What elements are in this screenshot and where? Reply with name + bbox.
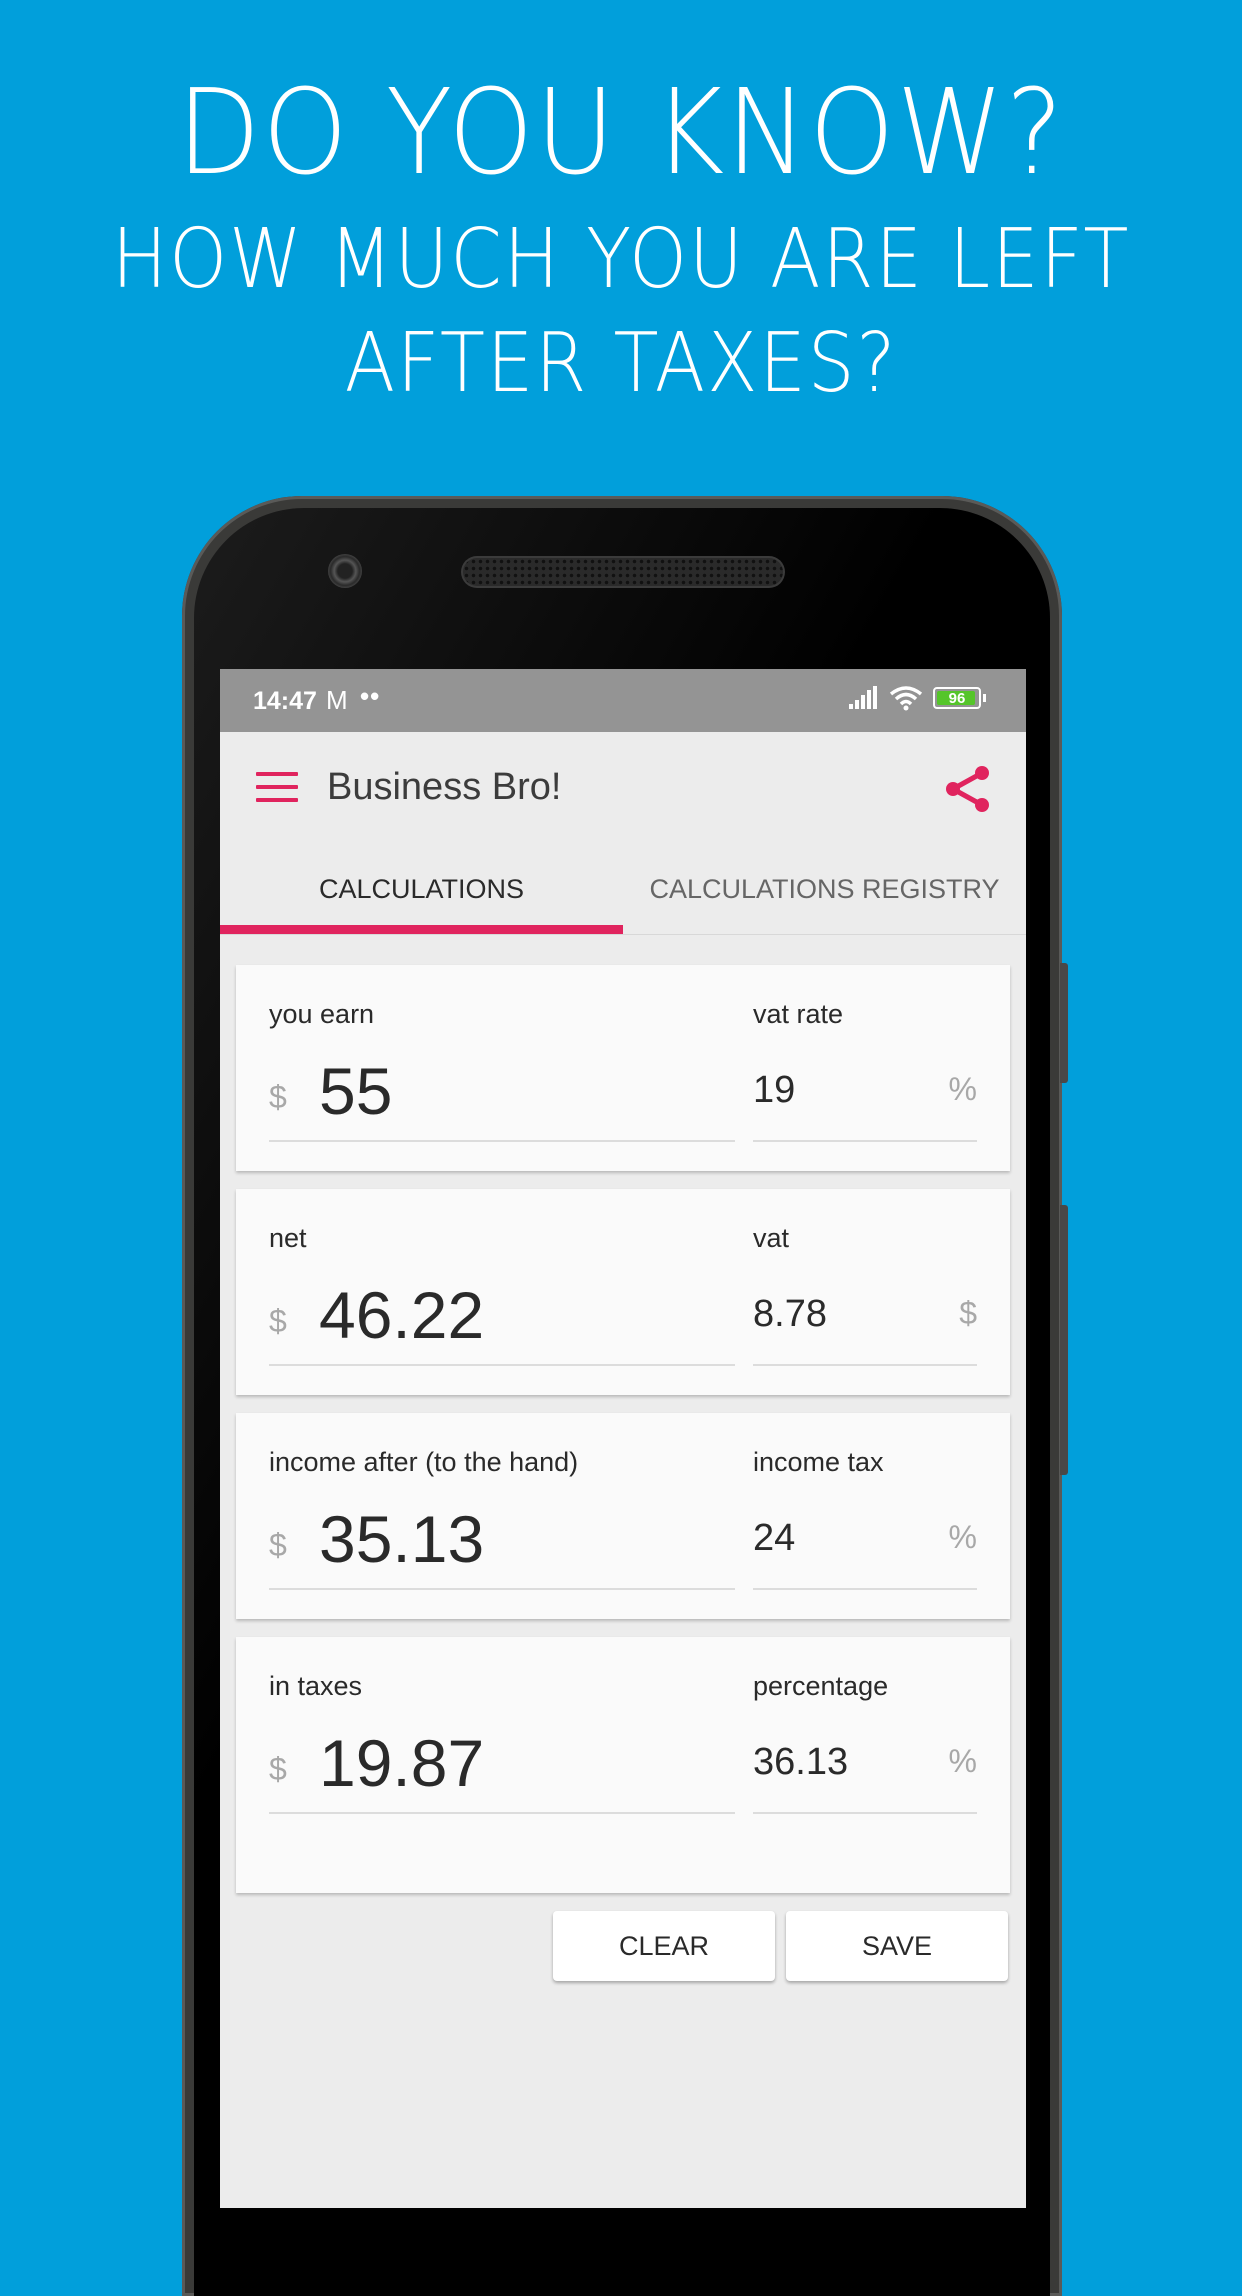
in-taxes-field[interactable]: $ 19.87 bbox=[269, 1709, 735, 1819]
income-tax-input[interactable]: 24 % bbox=[753, 1485, 977, 1595]
income-tax-value: 24 bbox=[753, 1517, 796, 1559]
input-underline bbox=[753, 1364, 977, 1366]
currency-symbol: $ bbox=[269, 1751, 287, 1787]
in-taxes-label: in taxes bbox=[269, 1671, 363, 1701]
input-underline bbox=[753, 1588, 977, 1590]
input-underline bbox=[269, 1588, 735, 1590]
front-camera-icon bbox=[328, 554, 362, 588]
phone-volume-button bbox=[1060, 963, 1068, 1083]
card-net: net $ 46.22 vat 8.78 $ bbox=[236, 1189, 1010, 1395]
card-in-taxes: in taxes $ 19.87 percentage 36.13 % bbox=[236, 1637, 1010, 1893]
percent-unit: % bbox=[948, 1071, 977, 1107]
net-value: 46.22 bbox=[319, 1278, 485, 1352]
battery-tip bbox=[983, 694, 986, 702]
more-notifications-icon: •• bbox=[360, 681, 381, 711]
card-income-after: income after (to the hand) $ 35.13 incom… bbox=[236, 1413, 1010, 1619]
currency-symbol: $ bbox=[269, 1079, 287, 1115]
percentage-value: 36.13 bbox=[753, 1741, 849, 1783]
tab-bar: CALCULATIONS CALCULATIONS REGISTRY bbox=[220, 844, 1026, 935]
save-button[interactable]: SAVE bbox=[786, 1911, 1008, 1981]
percent-unit: % bbox=[948, 1519, 977, 1555]
income-after-value: 35.13 bbox=[319, 1502, 485, 1576]
status-bar: 14:47 M •• 96 bbox=[220, 669, 1026, 732]
net-field[interactable]: $ 46.22 bbox=[269, 1261, 735, 1371]
battery-icon: 96 bbox=[933, 687, 981, 709]
vat-value: 8.78 bbox=[753, 1293, 827, 1335]
percentage-field[interactable]: 36.13 % bbox=[753, 1709, 977, 1819]
app-screen: 14:47 M •• 96 Business Bro! CALCULATIONS… bbox=[220, 669, 1026, 2208]
hamburger-menu-icon[interactable] bbox=[256, 772, 300, 804]
promo-headline: DO YOU KNOW? bbox=[176, 63, 1066, 201]
battery-level: 96 bbox=[948, 689, 966, 707]
app-bar: Business Bro! bbox=[220, 732, 1026, 844]
input-underline bbox=[269, 1812, 735, 1814]
wifi-icon bbox=[889, 686, 923, 711]
vat-rate-input[interactable]: 19 % bbox=[753, 1037, 977, 1147]
in-taxes-value: 19.87 bbox=[319, 1726, 485, 1800]
income-tax-label: income tax bbox=[753, 1447, 884, 1477]
app-title: Business Bro! bbox=[327, 766, 562, 808]
input-underline bbox=[753, 1140, 977, 1142]
net-label: net bbox=[269, 1223, 307, 1253]
phone-power-button bbox=[1060, 1205, 1068, 1475]
income-after-label: income after (to the hand) bbox=[269, 1447, 579, 1477]
percent-unit: % bbox=[948, 1743, 977, 1779]
status-time: 14:47 bbox=[253, 687, 317, 715]
currency-symbol: $ bbox=[269, 1303, 287, 1339]
vat-field[interactable]: 8.78 $ bbox=[753, 1261, 977, 1371]
signal-icon bbox=[849, 686, 877, 709]
dollar-unit: $ bbox=[959, 1295, 977, 1331]
earpiece-speaker bbox=[463, 558, 783, 586]
income-after-field[interactable]: $ 35.13 bbox=[269, 1485, 735, 1595]
status-icons: 96 bbox=[849, 685, 986, 711]
tab-calculations-registry[interactable]: CALCULATIONS REGISTRY bbox=[623, 844, 1026, 934]
percentage-label: percentage bbox=[753, 1671, 889, 1701]
clear-button[interactable]: CLEAR bbox=[553, 1911, 775, 1981]
vat-label: vat bbox=[753, 1223, 790, 1253]
promo-subheadline-line2: AFTER TAXES? bbox=[344, 316, 898, 411]
you-earn-label: you earn bbox=[269, 999, 375, 1029]
card-you-earn: you earn $ 55 vat rate 19 % bbox=[236, 965, 1010, 1171]
input-underline bbox=[753, 1812, 977, 1814]
tab-calculations[interactable]: CALCULATIONS bbox=[220, 844, 623, 934]
currency-symbol: $ bbox=[269, 1527, 287, 1563]
input-underline bbox=[269, 1140, 735, 1142]
vat-rate-label: vat rate bbox=[753, 999, 844, 1029]
vat-rate-value: 19 bbox=[753, 1069, 796, 1111]
you-earn-value: 55 bbox=[319, 1054, 393, 1128]
you-earn-input[interactable]: $ 55 bbox=[269, 1037, 735, 1147]
promo-subheadline-line1: HOW MUCH YOU ARE LEFT bbox=[111, 212, 1131, 307]
active-tab-indicator bbox=[220, 925, 623, 934]
gmail-icon: M bbox=[326, 685, 348, 715]
input-underline bbox=[269, 1364, 735, 1366]
share-icon[interactable] bbox=[944, 764, 992, 814]
